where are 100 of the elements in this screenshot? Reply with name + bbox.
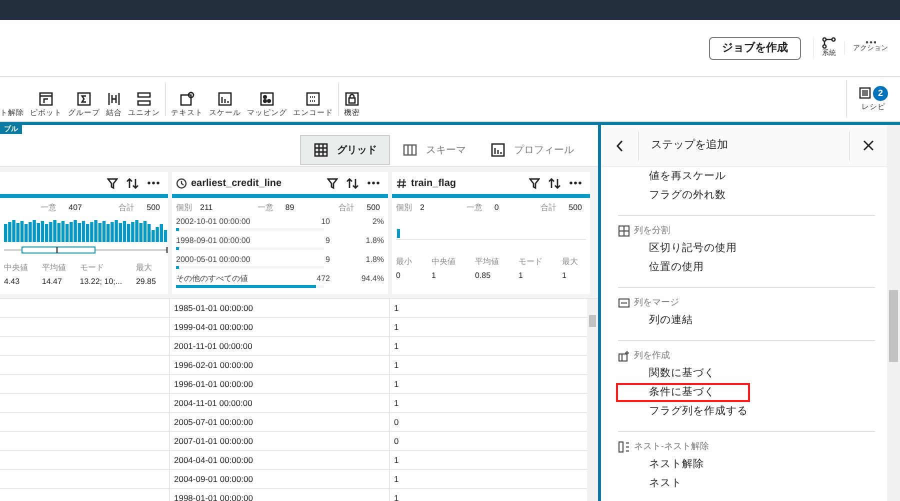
stat-label: 中央値 — [4, 262, 28, 274]
table-cell: 1999-04-01 00:00:00 — [170, 318, 390, 336]
column-name: earliest_credit_line — [191, 176, 282, 190]
nodes-icon — [822, 36, 836, 49]
lock-icon — [344, 90, 360, 106]
clock-icon — [176, 178, 187, 188]
step-option[interactable]: フラグの外れ数 — [616, 186, 875, 205]
union-icon — [136, 90, 152, 106]
add-column-icon — [618, 350, 630, 362]
bar-chart-icon — [490, 142, 506, 158]
column-name: train_flag — [411, 176, 456, 190]
table-cell-text: 0 — [393, 416, 400, 429]
nest-icon — [618, 440, 630, 452]
table-cell-text: 1 — [393, 396, 400, 410]
stat-value: 89 — [285, 202, 294, 214]
stat-value: 0 — [396, 270, 402, 282]
sort-icon[interactable] — [548, 178, 561, 188]
stat-label: モード — [518, 256, 542, 268]
step-option[interactable]: 位置の使用 — [616, 258, 875, 277]
top-value-label: その他のすべての値 — [176, 273, 248, 285]
stat-value: 4.43 — [4, 276, 21, 288]
top-value-label: 2000-05-01 00:00:00 — [176, 254, 250, 266]
top-value-label: 1998-09-01 00:00:00 — [176, 235, 250, 247]
bar-chart-icon — [217, 90, 233, 106]
step-option[interactable]: フラグ列を作成する — [616, 402, 875, 421]
step-option[interactable]: 区切り記号の使用 — [616, 239, 875, 258]
table-cell: 1996-01-01 00:00:00 — [170, 375, 390, 393]
stat-label: 合計 — [118, 202, 135, 214]
view-tab[interactable]: グリッド — [300, 135, 390, 165]
stat-value: 29.85 — [136, 276, 156, 288]
more-icon[interactable] — [569, 181, 582, 185]
panel-title: ステップを追加 — [650, 138, 729, 154]
table-cell-text: 1 — [393, 302, 400, 315]
close-icon — [863, 140, 874, 151]
count-badge: 2 — [873, 86, 888, 101]
stat-label: 平均値 — [475, 256, 499, 268]
stat-value: 1 — [562, 270, 568, 282]
scrollbar[interactable] — [887, 125, 900, 501]
stat-value: 14.47 — [42, 276, 63, 288]
more-icon — [866, 41, 876, 44]
step-option[interactable]: 列の連結 — [616, 311, 875, 330]
step-option[interactable]: 関数に基づく — [616, 364, 875, 383]
hash-icon — [396, 178, 407, 188]
table-cell-text: 1 — [393, 378, 400, 391]
value-count: 10 — [321, 216, 330, 228]
stat-label: 一意 — [257, 202, 274, 214]
columns-icon — [402, 142, 418, 158]
sort-icon[interactable] — [346, 178, 359, 188]
table-cell-text: 1 — [393, 358, 400, 372]
step-option[interactable]: ネスト — [616, 474, 875, 493]
table-cell: 1985-01-01 00:00:00 — [170, 299, 390, 317]
merge-icon — [618, 296, 630, 308]
create-job-button[interactable]: ジョブを作成 — [709, 36, 801, 60]
value-percent: 1.8% — [364, 235, 384, 247]
stat-label: 一意 — [40, 202, 57, 214]
table-cell-text: 0 — [393, 434, 400, 448]
value-percent: 1.8% — [364, 254, 384, 266]
step-option[interactable]: 条件に基づく — [616, 383, 750, 402]
stat-label: 合計 — [540, 202, 557, 214]
stat-value: 13.22; 10;... — [80, 276, 122, 288]
table-cell: 2005-07-01 00:00:00 — [170, 413, 390, 431]
stat-label: 一意 — [466, 202, 482, 214]
value-count: 9 — [326, 235, 330, 247]
table-cell: 1996-02-01 00:00:00 — [170, 356, 390, 374]
section-title: 列を分割 — [634, 224, 670, 237]
join-icon — [106, 90, 122, 106]
table-cell-text: 1 — [393, 454, 400, 467]
grid-icon — [313, 142, 329, 158]
more-icon[interactable] — [147, 181, 160, 185]
step-option[interactable]: ネスト解除 — [616, 455, 875, 474]
value-percent: 94.4% — [360, 273, 384, 285]
table-cell: 2004-11-01 00:00:00 — [170, 394, 390, 412]
stat-value: 500 — [146, 202, 160, 214]
filter-icon[interactable] — [327, 178, 338, 188]
stat-value: 500 — [366, 202, 380, 214]
scrollbar[interactable] — [587, 299, 598, 501]
step-option[interactable]: 値を再スケール — [616, 167, 875, 186]
table-cell: 2004-09-01 00:00:00 — [170, 470, 390, 488]
stat-value: 0.85 — [475, 270, 492, 282]
histogram-bar — [397, 229, 400, 238]
table-cell: 2007-01-01 00:00:00 — [170, 432, 390, 450]
pivot-icon — [38, 90, 54, 106]
filter-icon[interactable] — [107, 178, 118, 188]
filter-icon[interactable] — [529, 178, 540, 188]
value-count: 9 — [326, 254, 330, 266]
stat-value: 1 — [432, 270, 437, 282]
stat-label: 合計 — [338, 202, 355, 214]
back-icon — [616, 140, 624, 152]
table-cell-text: 1 — [393, 492, 400, 501]
stat-value: 0 — [494, 202, 499, 214]
stat-value: 407 — [68, 202, 82, 214]
table-cell: 2004-04-01 00:00:00 — [170, 451, 390, 469]
table-cell-text: 1 — [393, 320, 400, 334]
stat-label: 最大 — [136, 262, 153, 274]
more-icon[interactable] — [367, 181, 380, 185]
sigma-icon — [76, 90, 92, 106]
sort-icon[interactable] — [126, 178, 139, 188]
stat-value: 500 — [568, 202, 582, 214]
value-count: 472 — [316, 273, 330, 285]
stat-label: モード — [80, 262, 105, 274]
